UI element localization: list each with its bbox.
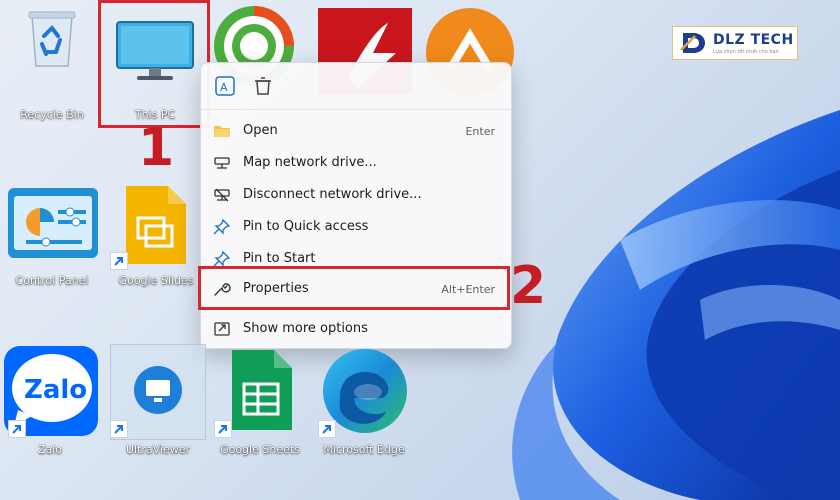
network-drive-icon: [214, 157, 230, 169]
menu-item-map-network-drive[interactable]: Map network drive...: [201, 147, 511, 179]
step-2-marker: 2: [510, 256, 547, 316]
properties-highlight: [198, 266, 510, 310]
zalo-label: Zalo: [37, 443, 63, 456]
menu-item-label: Pin to Start: [243, 251, 316, 266]
brand-watermark: DLZ TECH Lựa chọn tốt nhất cho bạn: [672, 26, 798, 60]
google-slides-label: Google Slides: [118, 274, 194, 287]
shortcut-arrow-icon: [318, 420, 336, 438]
brand-tagline: Lựa chọn tốt nhất cho bạn: [713, 49, 779, 55]
shortcut-arrow-icon: [214, 420, 232, 438]
translate-icon[interactable]: A: [213, 74, 237, 98]
control-panel-icon: [8, 188, 98, 258]
pin-icon: [213, 219, 231, 235]
control-panel-shortcut[interactable]: Control Panel: [2, 184, 102, 294]
svg-text:A: A: [220, 81, 228, 94]
menu-item-label: Pin to Quick access: [243, 219, 369, 234]
shortcut-arrow-icon: [110, 252, 128, 270]
ultraviewer-label: UltraViewer: [125, 443, 191, 456]
context-menu-quick-actions: A: [201, 63, 511, 110]
more-options-icon: [214, 322, 230, 336]
google-slides-shortcut[interactable]: Google Slides: [106, 184, 206, 294]
microsoft-edge-label: Microsoft Edge: [323, 443, 405, 456]
menu-item-show-more-options[interactable]: Show more options: [201, 313, 511, 345]
shortcut-arrow-icon: [110, 420, 128, 438]
pin-icon: [213, 251, 231, 267]
zalo-logo-text: Zalo: [24, 375, 87, 405]
ultraviewer-icon: [134, 366, 182, 414]
menu-item-label: Open: [243, 123, 278, 138]
google-sheets-icon: [232, 350, 292, 430]
trash-icon[interactable]: [251, 74, 275, 98]
brand-name: DLZ TECH: [713, 32, 794, 48]
recycle-bin-shortcut[interactable]: Recycle Bin: [2, 2, 102, 122]
menu-item-label: Show more options: [243, 321, 368, 336]
step-1-marker: 1: [138, 118, 175, 178]
recycle-bin-icon: [28, 11, 76, 67]
shortcut-arrow-icon: [8, 420, 26, 438]
google-sheets-label: Google Sheets: [220, 443, 300, 456]
google-sheets-shortcut[interactable]: Google Sheets: [210, 344, 310, 459]
menu-item-open[interactable]: Open Enter: [201, 115, 511, 147]
google-slides-icon: [126, 186, 186, 264]
menu-item-disconnect-network-drive[interactable]: Disconnect network drive...: [201, 179, 511, 211]
control-panel-label: Control Panel: [15, 274, 89, 287]
this-pc-highlight: [98, 0, 210, 128]
menu-item-label: Disconnect network drive...: [243, 187, 422, 202]
folder-icon: [214, 126, 230, 137]
ultraviewer-shortcut[interactable]: UltraViewer: [108, 344, 208, 459]
menu-item-shortcut: Enter: [465, 125, 495, 138]
disconnect-drive-icon: [214, 188, 230, 202]
microsoft-edge-shortcut[interactable]: Microsoft Edge: [314, 344, 414, 459]
recycle-bin-label: Recycle Bin: [20, 108, 84, 121]
menu-item-label: Map network drive...: [243, 155, 377, 170]
menu-item-pin-quick-access[interactable]: Pin to Quick access: [201, 211, 511, 243]
brand-logo-icon: [680, 33, 705, 53]
zalo-shortcut[interactable]: Zalo Zalo: [0, 344, 100, 459]
